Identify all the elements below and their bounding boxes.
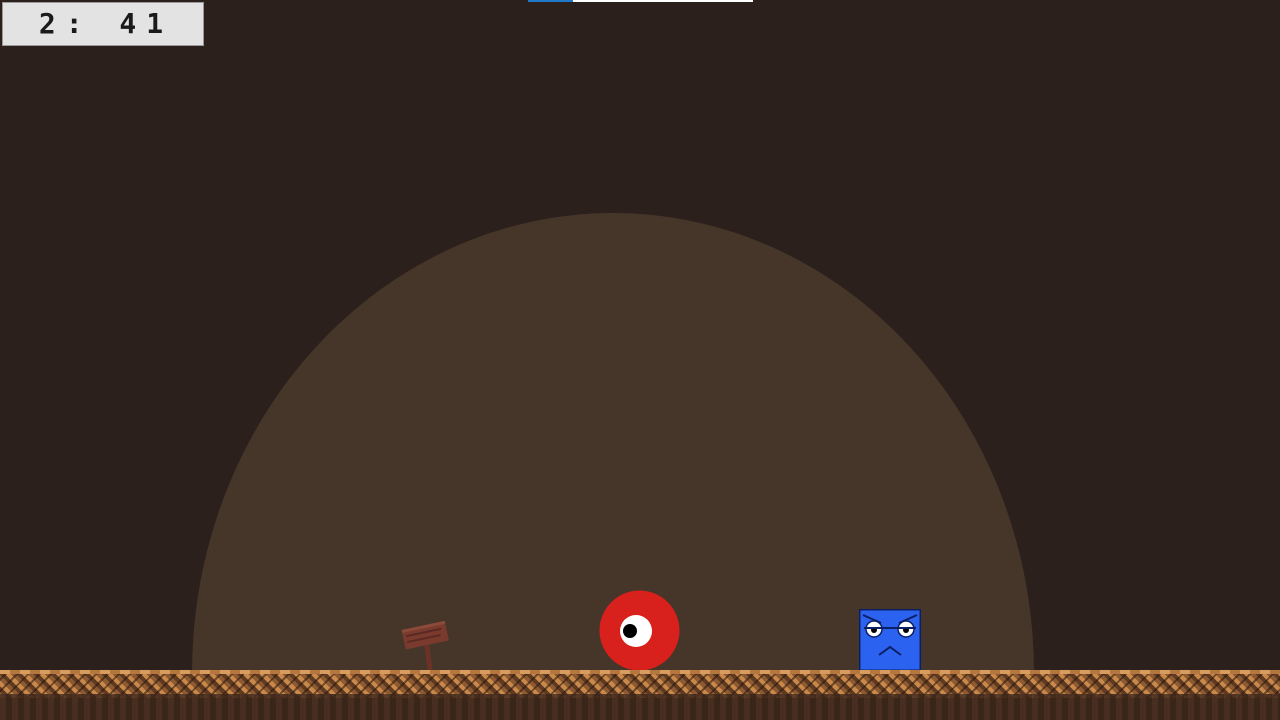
ground-base [0,694,1280,720]
timer-text: 2: 41 [38,6,174,40]
game-canvas[interactable]: 2: 41 [0,0,1280,720]
enemy-pupil [623,624,637,638]
timer-panel: 2: 41 [2,2,204,46]
level-progress-bar [528,0,753,2]
player-body [859,609,921,671]
blue-square-player [859,609,921,671]
ground-rim [0,670,1280,674]
wooden-sign-icon [401,620,449,672]
red-ball-enemy [599,590,680,671]
level-progress-fill [528,0,573,2]
